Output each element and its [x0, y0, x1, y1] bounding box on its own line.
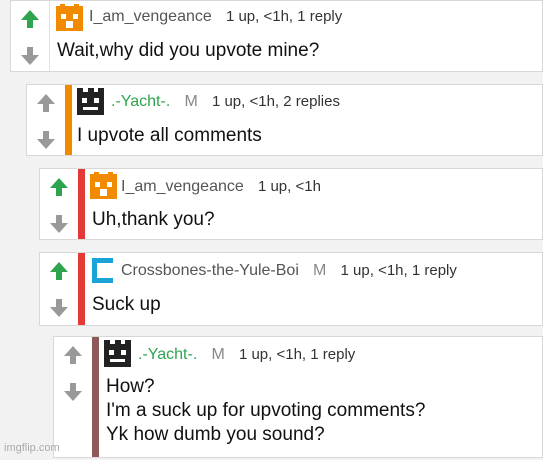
downvote-button[interactable]	[35, 129, 57, 151]
down-arrow-icon	[37, 131, 55, 149]
vote-column	[27, 85, 66, 155]
pixel-face-icon[interactable]	[104, 340, 131, 367]
down-arrow-icon	[64, 383, 82, 401]
username[interactable]: .-Yacht-.	[111, 93, 170, 110]
username[interactable]: I_am_vengeance	[89, 8, 212, 25]
username[interactable]: .-Yacht-.	[138, 346, 197, 363]
username[interactable]: Crossbones-the-Yule-Boi	[121, 262, 299, 279]
comment-text: Wait,why did you upvote mine?	[57, 40, 320, 61]
comment-stats: 1 up, <1h, 1 reply	[340, 262, 457, 279]
comment-4: Crossbones-the-Yule-Boi M 1 up, <1h, 1 r…	[39, 252, 543, 326]
comment-meta: Crossbones-the-Yule-Boi M 1 up, <1h, 1 r…	[121, 262, 457, 280]
fox-icon[interactable]	[56, 4, 83, 31]
comment-text: How? I'm a suck up for upvoting comments…	[106, 376, 426, 445]
thread-color-bar	[78, 169, 85, 239]
vote-column	[40, 253, 79, 325]
vote-column	[54, 337, 93, 457]
upvote-button[interactable]	[62, 344, 84, 366]
comment-stats: 1 up, <1h	[257, 178, 321, 195]
comment-text: Suck up	[92, 294, 161, 315]
up-arrow-icon	[37, 94, 55, 112]
upvote-button[interactable]	[19, 8, 41, 30]
mod-badge: M	[313, 262, 327, 279]
up-arrow-icon	[21, 10, 39, 28]
comment-meta: .-Yacht-. M 1 up, <1h, 1 reply	[138, 346, 355, 364]
up-arrow-icon	[50, 178, 68, 196]
down-arrow-icon	[50, 299, 68, 317]
comment-meta: I_am_vengeance 1 up, <1h, 1 reply	[89, 8, 342, 26]
comment-meta: I_am_vengeance 1 up, <1h	[121, 178, 321, 196]
up-arrow-icon	[64, 346, 82, 364]
downvote-button[interactable]	[62, 381, 84, 403]
comment-stats: 1 up, <1h, 1 reply	[238, 346, 356, 363]
upvote-button[interactable]	[48, 176, 70, 198]
up-arrow-icon	[50, 262, 68, 280]
comment-stats: 1 up, <1h, 2 replies	[211, 93, 340, 110]
down-arrow-icon	[50, 215, 68, 233]
down-arrow-icon	[21, 47, 39, 65]
vote-column	[40, 169, 79, 239]
downvote-button[interactable]	[48, 297, 70, 319]
comment-text: I upvote all comments	[77, 125, 262, 146]
vote-column	[11, 1, 50, 71]
fox-icon[interactable]	[90, 172, 117, 199]
upvote-button[interactable]	[48, 260, 70, 282]
comment-5: .-Yacht-. M 1 up, <1h, 1 reply How? I'm …	[53, 336, 543, 458]
comment-stats: 1 up, <1h, 1 reply	[225, 8, 343, 25]
comment-1: I_am_vengeance 1 up, <1h, 1 reply Wait,w…	[10, 0, 543, 72]
mod-badge: M	[211, 346, 225, 363]
cyan-bracket-icon[interactable]	[90, 257, 117, 284]
downvote-button[interactable]	[48, 213, 70, 235]
comment-3: I_am_vengeance 1 up, <1h Uh,thank you?	[39, 168, 543, 240]
downvote-button[interactable]	[19, 45, 41, 67]
pixel-face-icon[interactable]	[77, 88, 104, 115]
comment-text: Uh,thank you?	[92, 209, 215, 230]
thread-color-bar	[65, 85, 72, 155]
thread-color-bar	[78, 253, 85, 325]
mod-badge: M	[184, 93, 198, 110]
watermark: imgflip.com	[4, 442, 60, 454]
username[interactable]: I_am_vengeance	[121, 178, 244, 195]
upvote-button[interactable]	[35, 92, 57, 114]
comment-2: .-Yacht-. M 1 up, <1h, 2 replies I upvot…	[26, 84, 543, 156]
thread-color-bar	[92, 337, 99, 457]
comment-meta: .-Yacht-. M 1 up, <1h, 2 replies	[111, 93, 340, 111]
